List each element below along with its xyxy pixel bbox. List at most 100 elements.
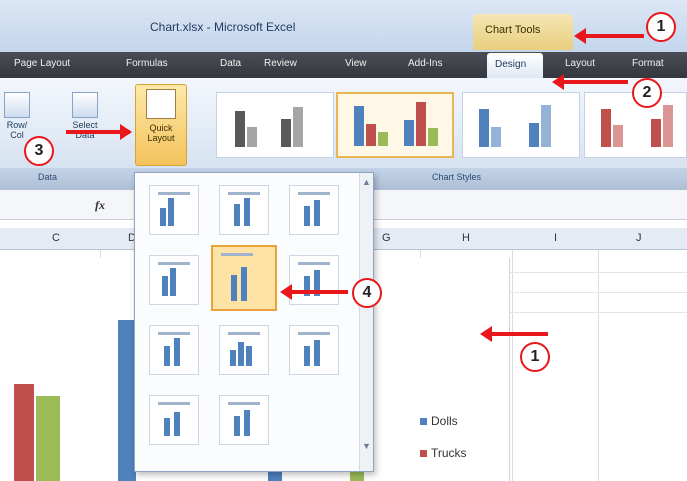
switch-row-column-button[interactable]: Row/ Col bbox=[2, 92, 32, 140]
style-bar bbox=[601, 109, 611, 147]
column-header-j[interactable]: J bbox=[636, 232, 642, 244]
tab-design[interactable]: Design bbox=[487, 53, 543, 78]
layout-title-placeholder bbox=[158, 402, 190, 405]
tab-review[interactable]: Review bbox=[264, 58, 297, 69]
chart-style-1[interactable] bbox=[216, 92, 334, 158]
layout-bar bbox=[164, 346, 170, 366]
layout-title-placeholder bbox=[158, 332, 190, 335]
style-bar bbox=[479, 109, 489, 147]
chart-bar-trucks bbox=[14, 384, 34, 481]
legend-swatch bbox=[420, 418, 427, 425]
layout-bar bbox=[244, 410, 250, 436]
tab-add-ins[interactable]: Add-Ins bbox=[408, 58, 442, 69]
tab-page-layout[interactable]: Page Layout bbox=[14, 58, 70, 69]
gallery-scrollbar[interactable]: ▲ ▼ bbox=[359, 173, 373, 471]
grid-line bbox=[598, 250, 599, 481]
style-bar bbox=[281, 119, 291, 147]
style-bar bbox=[491, 127, 501, 147]
switch-row-column-label: Row/ Col bbox=[6, 120, 28, 140]
layout-bar bbox=[174, 412, 180, 436]
callout-badge-2: 2 bbox=[632, 78, 662, 108]
legend-label-trucks: Trucks bbox=[431, 446, 467, 460]
legend-item-trucks: Trucks bbox=[420, 446, 467, 460]
callout-badge-1: 1 bbox=[646, 12, 676, 42]
layout-option-3[interactable] bbox=[289, 185, 339, 235]
layout-title-placeholder bbox=[298, 262, 330, 265]
annotation-arrow-icon bbox=[480, 326, 548, 342]
layout-bar bbox=[246, 346, 252, 366]
column-header-c[interactable]: C bbox=[52, 232, 60, 244]
style-bar bbox=[613, 125, 623, 147]
chart-style-2[interactable] bbox=[336, 92, 454, 158]
tab-formulas[interactable]: Formulas bbox=[126, 58, 168, 69]
scroll-up-icon[interactable]: ▲ bbox=[362, 177, 371, 187]
quick-layout-label: Quick Layout bbox=[147, 123, 175, 143]
tab-layout[interactable]: Layout bbox=[565, 58, 595, 69]
chart-bar-green bbox=[36, 396, 60, 481]
legend-swatch bbox=[420, 450, 427, 457]
style-bar bbox=[651, 119, 661, 147]
column-header-i[interactable]: I bbox=[554, 232, 557, 244]
style-bar bbox=[663, 105, 673, 147]
layout-bar bbox=[241, 267, 247, 301]
quick-layout-icon bbox=[146, 89, 176, 119]
layout-option-8[interactable] bbox=[219, 325, 269, 375]
layout-title-placeholder bbox=[228, 192, 260, 195]
quick-layout-button[interactable]: Quick Layout bbox=[135, 84, 187, 166]
legend-item-dolls: Dolls bbox=[420, 414, 458, 428]
layout-title-placeholder bbox=[158, 262, 190, 265]
switch-row-column-icon bbox=[4, 92, 30, 118]
data-group-label: Data bbox=[38, 172, 58, 182]
layout-bar bbox=[314, 340, 320, 366]
callout-badge-4: 4 bbox=[352, 278, 382, 308]
style-bar bbox=[293, 107, 303, 147]
callout-badge-1b: 1 bbox=[520, 342, 550, 372]
window-title: Chart.xlsx - Microsoft Excel bbox=[150, 20, 296, 34]
layout-title-placeholder bbox=[158, 192, 190, 195]
layout-bar bbox=[164, 418, 170, 436]
layout-option-9[interactable] bbox=[289, 325, 339, 375]
layout-bar bbox=[230, 350, 236, 366]
title-bar: Chart.xlsx - Microsoft Excel Chart Tools bbox=[0, 0, 687, 52]
scroll-down-icon[interactable]: ▼ bbox=[362, 441, 371, 451]
style-bar bbox=[378, 132, 388, 146]
style-bar bbox=[541, 105, 551, 147]
quick-layout-gallery: ▲ ▼ bbox=[134, 172, 374, 472]
layout-bar bbox=[234, 204, 240, 226]
layout-bar bbox=[231, 275, 237, 301]
column-header-g[interactable]: G bbox=[382, 232, 391, 244]
layout-option-1[interactable] bbox=[149, 185, 199, 235]
layout-bar bbox=[238, 342, 244, 366]
layout-option-5[interactable] bbox=[211, 245, 277, 311]
tab-format[interactable]: Format bbox=[632, 58, 664, 69]
fx-icon[interactable]: fx bbox=[95, 198, 105, 213]
tab-view[interactable]: View bbox=[345, 58, 367, 69]
chart-style-3[interactable] bbox=[462, 92, 580, 158]
layout-option-11[interactable] bbox=[219, 395, 269, 445]
column-header-h[interactable]: H bbox=[462, 232, 470, 244]
layout-bar bbox=[168, 198, 174, 226]
style-bar bbox=[247, 127, 257, 147]
layout-option-10[interactable] bbox=[149, 395, 199, 445]
legend-label-dolls: Dolls bbox=[431, 414, 458, 428]
layout-bar bbox=[304, 206, 310, 226]
layout-option-6[interactable] bbox=[289, 255, 339, 305]
select-data-icon bbox=[72, 92, 98, 118]
layout-bar bbox=[314, 200, 320, 226]
layout-option-7[interactable] bbox=[149, 325, 199, 375]
layout-bar bbox=[170, 268, 176, 296]
layout-title-placeholder bbox=[298, 332, 330, 335]
layout-bar bbox=[234, 416, 240, 436]
layout-title-placeholder bbox=[228, 332, 260, 335]
style-bar bbox=[428, 128, 438, 146]
style-bar bbox=[354, 106, 364, 146]
layout-option-4[interactable] bbox=[149, 255, 199, 305]
layout-bar bbox=[174, 338, 180, 366]
tab-data[interactable]: Data bbox=[220, 58, 241, 69]
chart-styles-group-label: Chart Styles bbox=[432, 172, 482, 182]
layout-option-2[interactable] bbox=[219, 185, 269, 235]
annotation-arrow-icon bbox=[574, 28, 644, 44]
layout-title-placeholder bbox=[298, 192, 330, 195]
style-bar bbox=[235, 111, 245, 147]
annotation-arrow-icon bbox=[280, 284, 348, 300]
